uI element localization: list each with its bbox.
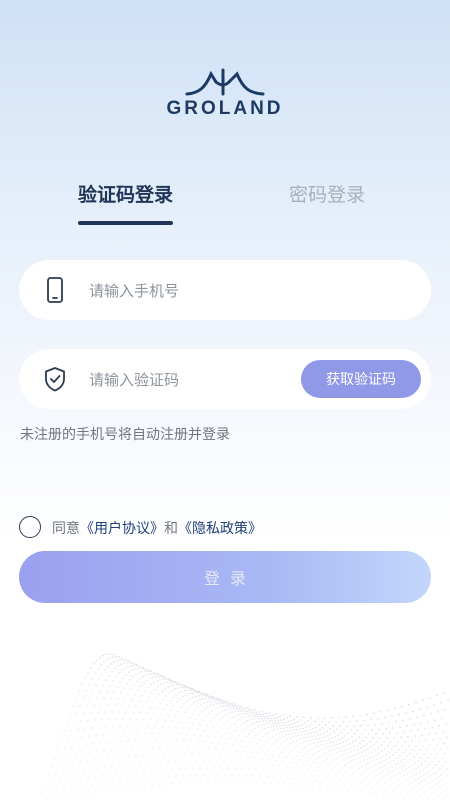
tab-sms-login[interactable]: 验证码登录 [78,180,173,207]
agreement-checkbox[interactable] [19,516,41,538]
privacy-policy-link[interactable]: 《隐私政策》 [178,521,262,537]
phone-icon [47,277,63,303]
register-notice: 未注册的手机号将自动注册并登录 [20,427,230,443]
get-code-button[interactable]: 获取验证码 [301,360,421,398]
decorative-wave-pattern [42,653,449,800]
user-agreement-link[interactable]: 《用户协议》 [80,521,164,537]
phone-input[interactable] [87,276,411,306]
shield-check-icon [45,367,65,392]
code-input[interactable] [87,365,291,395]
tab-password-login[interactable]: 密码登录 [289,180,365,207]
phone-field [19,260,431,320]
agreement-prefix: 同意 [52,521,80,537]
login-tabs: 验证码登录 密码登录 [0,180,450,230]
active-tab-indicator [78,221,173,225]
brand-name: GROLAND [166,98,284,119]
code-field: 获取验证码 [19,349,431,409]
groland-logo-icon [185,68,265,96]
brand-logo: GROLAND [0,66,450,120]
agreement-and: 和 [164,521,178,537]
